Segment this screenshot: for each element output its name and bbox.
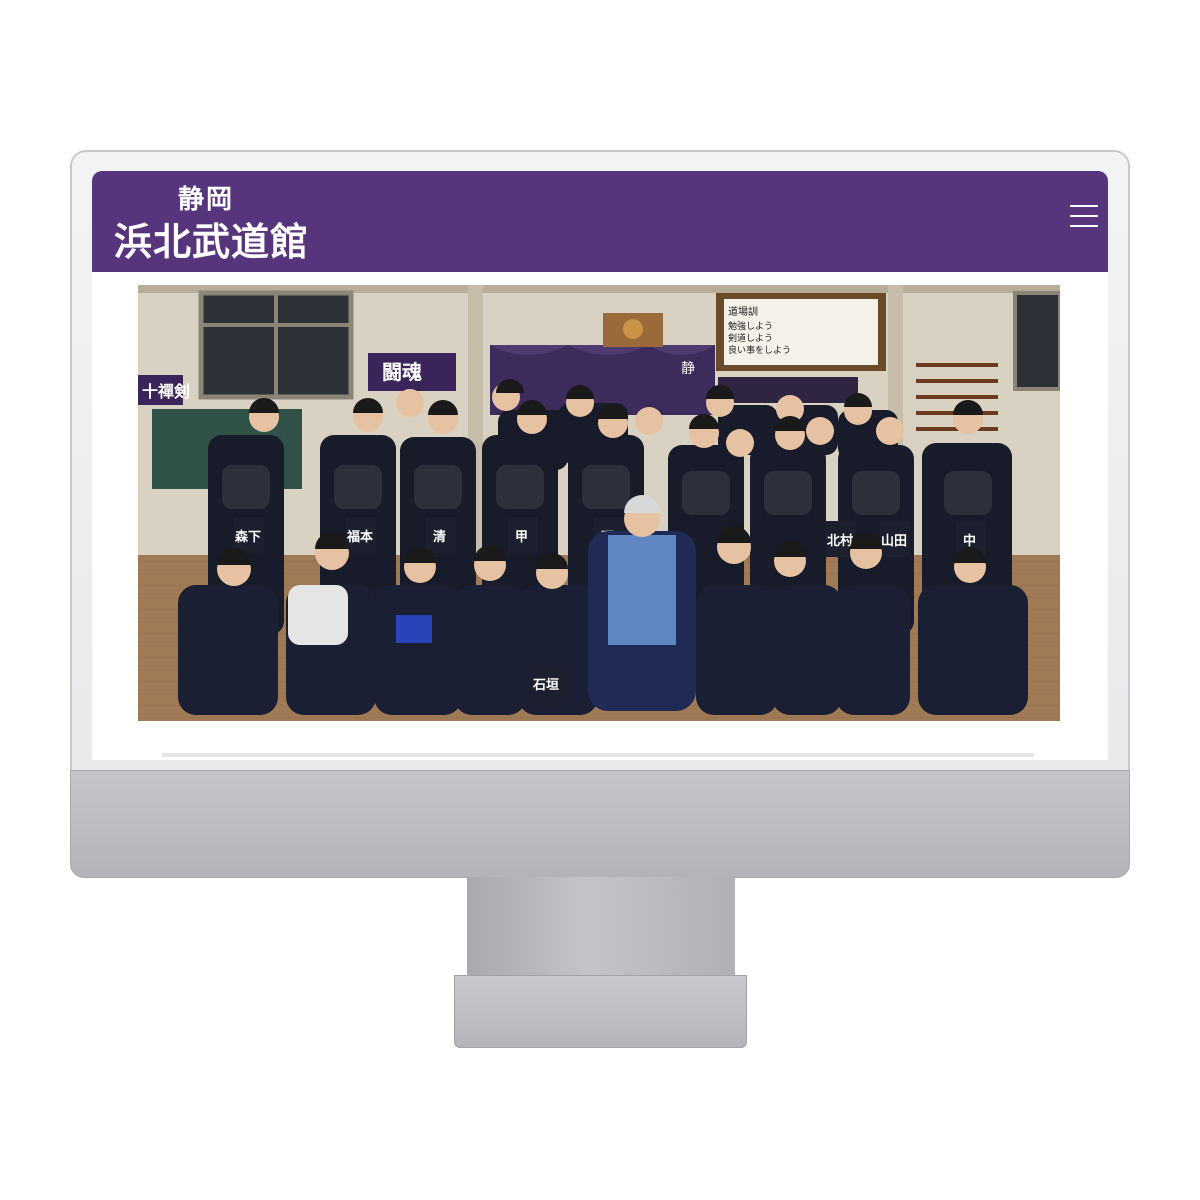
menu-bar	[1070, 225, 1098, 227]
name-tag: 北村	[827, 533, 853, 549]
name-tag: 甲	[515, 530, 528, 545]
monitor-stand-neck	[467, 877, 735, 977]
monitor-stand-foot	[454, 975, 747, 1048]
menu-bar	[1070, 205, 1098, 207]
content-divider	[162, 753, 1034, 757]
site-logo[interactable]: 浜北武道館	[114, 211, 309, 266]
name-tag: 石垣	[532, 677, 559, 693]
name-tag: 森下	[235, 529, 261, 545]
scroll-line: 勉強しよう	[728, 320, 773, 332]
menu-bar	[1070, 215, 1098, 217]
group-photo: 十禪剣 闘魂 静 道場訓 勉強しよう 剣道しよう 良い事をしよう 森下 福本 清…	[138, 285, 1060, 721]
site-header: 静岡 浜北武道館	[92, 171, 1108, 272]
hamburger-menu-icon[interactable]	[1070, 205, 1098, 231]
name-tag: 清	[433, 529, 446, 545]
scroll-line: 剣道しよう	[728, 332, 773, 344]
name-tag: 中	[963, 533, 976, 549]
shrine-cloth-text: 静	[681, 361, 695, 377]
name-tag: 福本	[346, 529, 373, 545]
banner-top-text: 闘魂	[382, 360, 422, 384]
scroll-line: 良い事をしよう	[728, 344, 791, 356]
name-tag: 山田	[881, 533, 907, 549]
scroll-title: 道場訓	[728, 305, 758, 318]
banner-left-text: 十禪剣	[142, 382, 190, 401]
website-screen: 静岡 浜北武道館 十禪剣 闘魂 静 道場訓 勉強しよう 剣道しよう 良い事をしよ…	[92, 171, 1108, 760]
monitor-chin	[70, 770, 1130, 878]
